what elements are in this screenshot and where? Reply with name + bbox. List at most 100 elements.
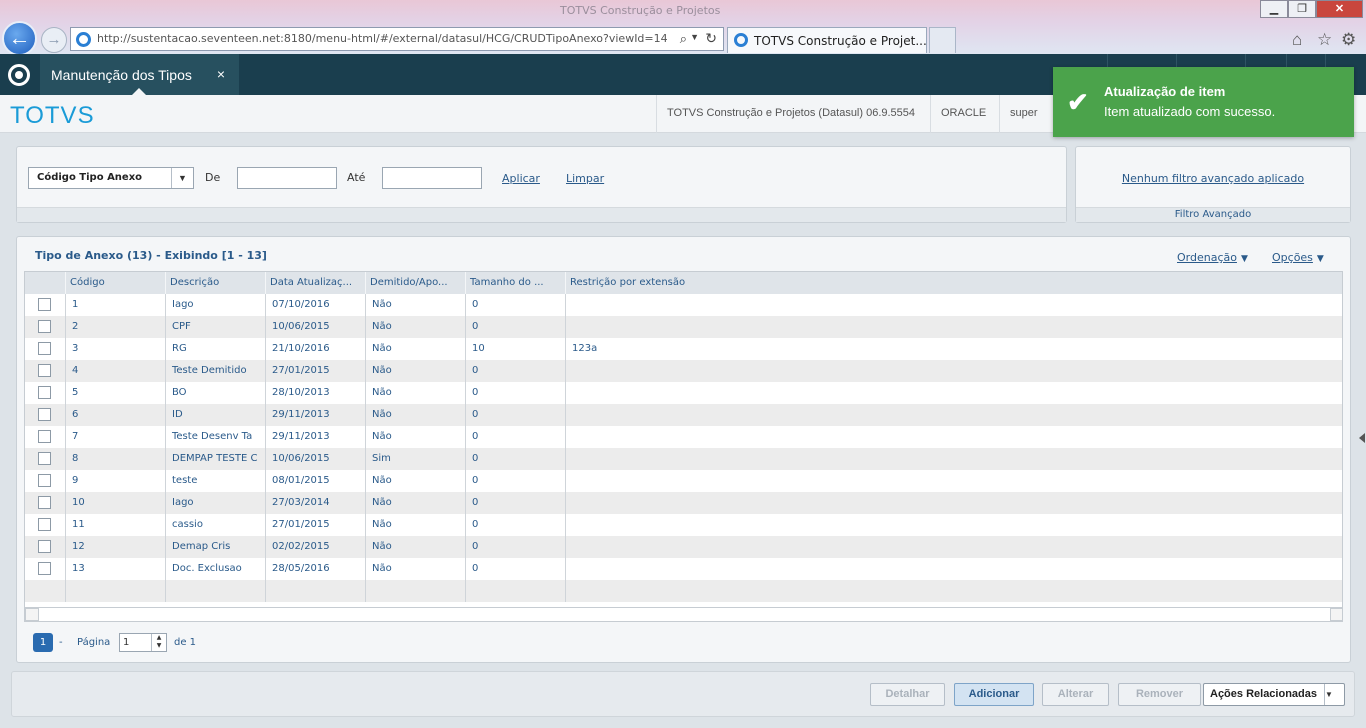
- table-cell: Sim: [365, 448, 465, 470]
- table-row[interactable]: 2 CPF 10/06/2015 Não 0: [25, 316, 1342, 338]
- table-cell: 10: [465, 338, 565, 360]
- table-cell: [565, 492, 1342, 514]
- tab-label: Manutenção dos Tipos: [51, 67, 192, 83]
- close-icon[interactable]: ×: [217, 66, 225, 82]
- advanced-filter-footer[interactable]: Filtro Avançado: [1076, 207, 1350, 222]
- gear-icon[interactable]: ⚙: [1341, 30, 1356, 50]
- table-cell: 0: [465, 360, 565, 382]
- row-checkbox[interactable]: [38, 562, 51, 575]
- address-bar[interactable]: http://sustentacao.seventeen.net:8180/me…: [70, 27, 724, 51]
- table-row[interactable]: 4 Teste Demitido 27/01/2015 Não 0: [25, 360, 1342, 382]
- to-input[interactable]: [382, 167, 482, 189]
- table-cell: Não: [365, 470, 465, 492]
- related-actions-label: Ações Relacionadas: [1210, 688, 1317, 700]
- sort-menu[interactable]: Ordenação ▼: [1177, 251, 1248, 264]
- minimize-button[interactable]: ▁: [1260, 0, 1288, 18]
- new-tab-button[interactable]: [929, 27, 956, 53]
- close-window-button[interactable]: ✕: [1316, 0, 1363, 18]
- table-cell: 0: [465, 426, 565, 448]
- table-row[interactable]: 11 cassio 27/01/2015 Não 0: [25, 514, 1342, 536]
- row-checkbox[interactable]: [38, 430, 51, 443]
- clear-link[interactable]: Limpar: [566, 172, 604, 185]
- options-menu[interactable]: Opções ▼: [1272, 251, 1324, 264]
- apply-link[interactable]: Aplicar: [502, 172, 540, 185]
- table-row[interactable]: 13 Doc. Exclusao 28/05/2016 Não 0: [25, 558, 1342, 580]
- table-cell: [465, 580, 565, 602]
- row-checkbox[interactable]: [38, 364, 51, 377]
- table-row[interactable]: 10 Iago 27/03/2014 Não 0: [25, 492, 1342, 514]
- table-cell: DEMPAP TESTE C: [165, 448, 265, 470]
- current-page-button[interactable]: 1: [33, 633, 53, 652]
- tab-manutencao-tipos[interactable]: Manutenção dos Tipos ×: [40, 54, 239, 95]
- table-row[interactable]: [25, 580, 1342, 602]
- column-header[interactable]: Descrição: [165, 272, 265, 294]
- row-checkbox[interactable]: [38, 452, 51, 465]
- scroll-left-button[interactable]: [25, 608, 39, 621]
- row-checkbox[interactable]: [38, 386, 51, 399]
- table-row[interactable]: 5 BO 28/10/2013 Não 0: [25, 382, 1342, 404]
- browser-tab[interactable]: TOTVS Construção e Projet...: [727, 27, 927, 53]
- table-cell: 0: [465, 382, 565, 404]
- totvs-logo-icon[interactable]: [8, 64, 30, 86]
- table-row[interactable]: 8 DEMPAP TESTE C 10/06/2015 Sim 0: [25, 448, 1342, 470]
- row-checkbox[interactable]: [38, 540, 51, 553]
- row-checkbox[interactable]: [38, 320, 51, 333]
- table-row[interactable]: 7 Teste Desenv Ta 29/11/2013 Não 0: [25, 426, 1342, 448]
- table-cell: [565, 536, 1342, 558]
- back-button[interactable]: ←: [2, 21, 37, 56]
- add-button[interactable]: Adicionar: [954, 683, 1034, 706]
- advanced-filter-link[interactable]: Nenhum filtro avançado aplicado: [1076, 172, 1350, 185]
- table-cell: 0: [465, 448, 565, 470]
- edit-button[interactable]: Alterar: [1042, 683, 1109, 706]
- chevron-down-icon[interactable]: ▼: [171, 168, 193, 188]
- page-number-input[interactable]: 1 ▲ ▼: [119, 633, 167, 652]
- search-icon[interactable]: ⌕: [680, 31, 687, 47]
- column-header[interactable]: Código: [65, 272, 165, 294]
- address-url[interactable]: http://sustentacao.seventeen.net:8180/me…: [97, 32, 667, 45]
- grid-header: Código Descrição Data Atualizaç... Demitido…: [25, 272, 1342, 294]
- row-checkbox[interactable]: [38, 518, 51, 531]
- table-cell: 08/01/2015: [265, 470, 365, 492]
- remove-button[interactable]: Remover: [1118, 683, 1201, 706]
- table-cell: Teste Demitido: [165, 360, 265, 382]
- table-cell: Não: [365, 426, 465, 448]
- forward-button[interactable]: →: [41, 27, 67, 53]
- caret-down-icon: ▼: [1240, 254, 1248, 264]
- page-stepper[interactable]: ▲ ▼: [151, 634, 166, 651]
- star-icon[interactable]: ☆: [1317, 30, 1332, 50]
- table-row[interactable]: 9 teste 08/01/2015 Não 0: [25, 470, 1342, 492]
- from-input[interactable]: [237, 167, 337, 189]
- table-row[interactable]: 1 Iago 07/10/2016 Não 0: [25, 294, 1342, 316]
- side-panel-toggle-icon[interactable]: [1359, 433, 1365, 443]
- column-header[interactable]: Data Atualizaç...: [265, 272, 365, 294]
- column-header[interactable]: Demitido/Apo...: [365, 272, 465, 294]
- scroll-right-button[interactable]: [1330, 608, 1342, 621]
- home-icon[interactable]: ⌂: [1292, 30, 1302, 50]
- user-label[interactable]: super: [999, 95, 1059, 133]
- refresh-icon[interactable]: ↻: [705, 30, 717, 47]
- chevron-down-icon[interactable]: ▼: [1324, 684, 1344, 705]
- table-cell: [565, 426, 1342, 448]
- related-actions-button[interactable]: Ações Relacionadas ▼: [1203, 683, 1345, 706]
- filter-field-select[interactable]: Código Tipo Anexo ▼: [28, 167, 194, 189]
- horizontal-scrollbar[interactable]: [25, 607, 1342, 621]
- table-cell: 5: [65, 382, 165, 404]
- table-cell: [565, 360, 1342, 382]
- maximize-button[interactable]: ❐: [1288, 0, 1316, 18]
- brand-logo: TOTVS: [10, 102, 95, 129]
- column-header[interactable]: Restrição por extensão: [565, 272, 1342, 294]
- to-label: Até: [347, 171, 366, 184]
- table-cell: Não: [365, 536, 465, 558]
- row-checkbox[interactable]: [38, 474, 51, 487]
- success-toast[interactable]: ✔ Atualização de item Item atualizado co…: [1053, 67, 1354, 137]
- column-header[interactable]: Tamanho do ...: [465, 272, 565, 294]
- detail-button[interactable]: Detalhar: [870, 683, 945, 706]
- row-checkbox[interactable]: [38, 408, 51, 421]
- table-row[interactable]: 3 RG 21/10/2016 Não 10 123a: [25, 338, 1342, 360]
- table-row[interactable]: 12 Demap Cris 02/02/2015 Não 0: [25, 536, 1342, 558]
- chevron-down-icon[interactable]: ▼: [690, 32, 699, 42]
- row-checkbox[interactable]: [38, 342, 51, 355]
- row-checkbox[interactable]: [38, 298, 51, 311]
- table-row[interactable]: 6 ID 29/11/2013 Não 0: [25, 404, 1342, 426]
- row-checkbox[interactable]: [38, 496, 51, 509]
